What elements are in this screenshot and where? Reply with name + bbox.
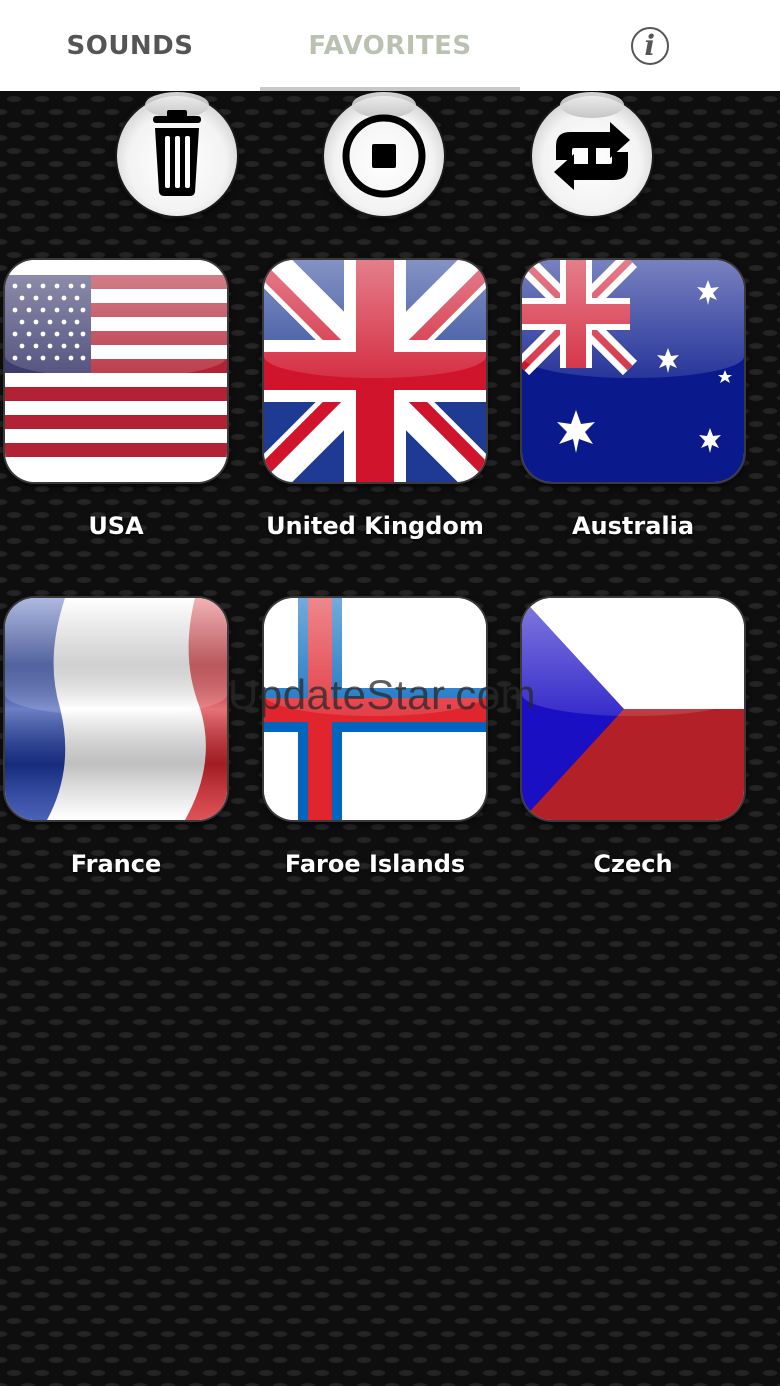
flag-tile-czech[interactable]: Czech (522, 598, 744, 878)
flag-label: Faroe Islands (284, 850, 466, 878)
australia-flag-icon (522, 260, 744, 482)
flag-label: USA (88, 512, 144, 540)
tab-sounds[interactable]: SOUNDS (0, 0, 260, 91)
tab-bar: SOUNDS FAVORITES i (0, 0, 780, 91)
clear-favorites-button[interactable] (117, 92, 237, 216)
info-button[interactable]: i (520, 0, 780, 91)
flag-tile-france[interactable]: France (5, 598, 227, 878)
favorites-panel: USA United Kingdom Australia France Faro… (0, 91, 780, 1386)
czech-flag-icon (522, 598, 744, 820)
usa-flag-icon (5, 260, 227, 482)
repeat-button[interactable] (532, 92, 652, 216)
flag-tile-australia[interactable]: Australia (522, 260, 744, 540)
flag-tile-united-kingdom[interactable]: United Kingdom (264, 260, 486, 540)
flag-label: Australia (571, 512, 695, 540)
info-icon: i (631, 26, 669, 65)
stop-button[interactable] (324, 92, 444, 216)
flag-label: France (70, 850, 162, 878)
flag-tile-faroe-islands[interactable]: Faroe Islands (264, 598, 486, 878)
flag-label: Czech (593, 850, 673, 878)
uk-flag-icon (264, 260, 486, 482)
stop-icon (342, 114, 426, 198)
tab-favorites[interactable]: FAVORITES (260, 0, 520, 91)
france-flag-icon (5, 598, 227, 820)
trash-icon (153, 110, 201, 196)
flag-tile-usa[interactable]: USA (5, 260, 227, 540)
tab-favorites-label: FAVORITES (308, 30, 472, 61)
repeat-icon (554, 122, 630, 190)
flag-label: United Kingdom (266, 512, 484, 540)
faroe-islands-flag-icon (264, 598, 486, 820)
